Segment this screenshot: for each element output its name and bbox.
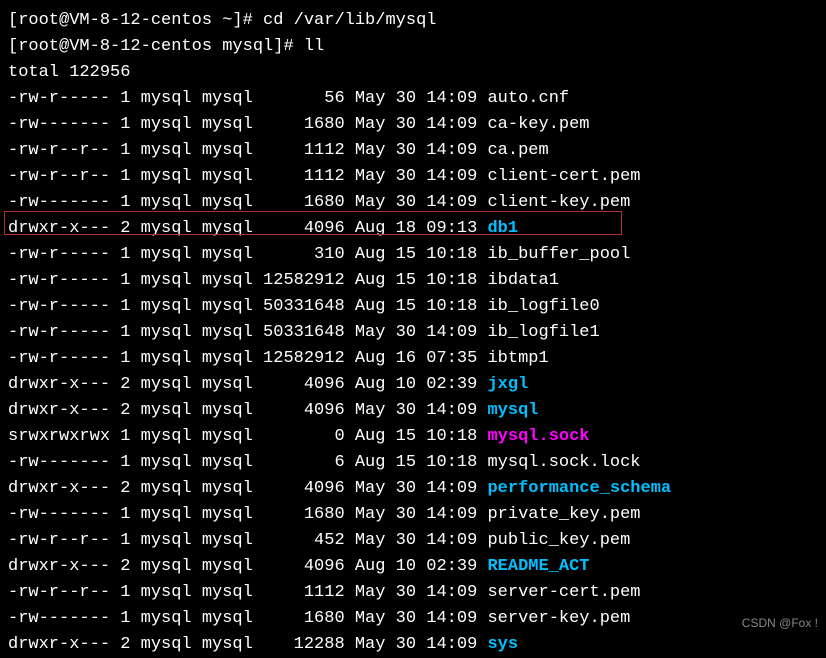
prompt-line-2: [root@VM-8-12-centos mysql]# ll — [8, 34, 818, 60]
file-listing-row: drwxr-x--- 2 mysql mysql 4096 Aug 10 02:… — [8, 554, 818, 580]
file-name: ibtmp1 — [487, 349, 548, 368]
file-listing-row: -rw------- 1 mysql mysql 1680 May 30 14:… — [8, 606, 818, 632]
file-attrs: drwxr-x--- 2 mysql mysql 4096 Aug 10 02:… — [8, 375, 487, 394]
file-attrs: drwxr-x--- 2 mysql mysql 4096 May 30 14:… — [8, 479, 487, 498]
file-listing-row: -rw-r----- 1 mysql mysql 56 May 30 14:09… — [8, 86, 818, 112]
file-attrs: -rw-r--r-- 1 mysql mysql 1112 May 30 14:… — [8, 167, 487, 186]
file-name: client-key.pem — [487, 193, 630, 212]
file-listing-row: -rw-r----- 1 mysql mysql 50331648 May 30… — [8, 320, 818, 346]
file-attrs: -rw-r----- 1 mysql mysql 56 May 30 14:09 — [8, 89, 487, 108]
file-attrs: -rw-r--r-- 1 mysql mysql 452 May 30 14:0… — [8, 531, 487, 550]
file-attrs: drwxr-x--- 2 mysql mysql 4096 Aug 10 02:… — [8, 557, 487, 576]
file-attrs: -rw-r--r-- 1 mysql mysql 1112 May 30 14:… — [8, 141, 487, 160]
file-listing-row: drwxr-x--- 2 mysql mysql 12288 May 30 14… — [8, 632, 818, 658]
terminal-output[interactable]: [root@VM-8-12-centos ~]# cd /var/lib/mys… — [8, 8, 818, 658]
file-attrs: srwxrwxrwx 1 mysql mysql 0 Aug 15 10:18 — [8, 427, 487, 446]
file-listing-row: drwxr-x--- 2 mysql mysql 4096 May 30 14:… — [8, 398, 818, 424]
file-listing-row: -rw-r--r-- 1 mysql mysql 1112 May 30 14:… — [8, 138, 818, 164]
file-attrs: drwxr-x--- 2 mysql mysql 4096 May 30 14:… — [8, 401, 487, 420]
watermark: CSDN @Fox ! — [742, 610, 818, 636]
file-name: README_ACT — [487, 557, 589, 576]
file-listing-row: drwxr-x--- 2 mysql mysql 4096 May 30 14:… — [8, 476, 818, 502]
file-name: ca-key.pem — [487, 115, 589, 134]
file-listing-row: drwxr-x--- 2 mysql mysql 4096 Aug 18 09:… — [8, 216, 818, 242]
file-attrs: -rw-r----- 1 mysql mysql 50331648 May 30… — [8, 323, 487, 342]
file-name: ca.pem — [487, 141, 548, 160]
file-listing-row: -rw------- 1 mysql mysql 6 Aug 15 10:18 … — [8, 450, 818, 476]
file-name: mysql.sock.lock — [487, 453, 640, 472]
file-attrs: drwxr-x--- 2 mysql mysql 12288 May 30 14… — [8, 635, 487, 654]
file-name: ibdata1 — [487, 271, 558, 290]
file-name: server-key.pem — [487, 609, 630, 628]
file-name: performance_schema — [487, 479, 671, 498]
file-listing-row: -rw-r----- 1 mysql mysql 50331648 Aug 15… — [8, 294, 818, 320]
total-line: total 122956 — [8, 60, 818, 86]
file-listing-row: srwxrwxrwx 1 mysql mysql 0 Aug 15 10:18 … — [8, 424, 818, 450]
file-name: ib_logfile0 — [487, 297, 599, 316]
file-name: client-cert.pem — [487, 167, 640, 186]
file-listing-row: -rw------- 1 mysql mysql 1680 May 30 14:… — [8, 112, 818, 138]
file-attrs: -rw------- 1 mysql mysql 1680 May 30 14:… — [8, 609, 487, 628]
file-name: private_key.pem — [487, 505, 640, 524]
file-listing-row: -rw-r----- 1 mysql mysql 12582912 Aug 16… — [8, 346, 818, 372]
file-listing-row: drwxr-x--- 2 mysql mysql 4096 Aug 10 02:… — [8, 372, 818, 398]
file-name: ib_logfile1 — [487, 323, 599, 342]
file-name: mysql — [487, 401, 538, 420]
file-attrs: -rw-r----- 1 mysql mysql 310 Aug 15 10:1… — [8, 245, 487, 264]
file-name: auto.cnf — [487, 89, 569, 108]
file-name: server-cert.pem — [487, 583, 640, 602]
file-name: ib_buffer_pool — [487, 245, 630, 264]
file-attrs: -rw-r----- 1 mysql mysql 12582912 Aug 15… — [8, 271, 487, 290]
file-attrs: -rw------- 1 mysql mysql 6 Aug 15 10:18 — [8, 453, 487, 472]
file-attrs: -rw-r--r-- 1 mysql mysql 1112 May 30 14:… — [8, 583, 487, 602]
file-name: mysql.sock — [487, 427, 589, 446]
file-listing-row: -rw-r--r-- 1 mysql mysql 1112 May 30 14:… — [8, 580, 818, 606]
file-attrs: -rw------- 1 mysql mysql 1680 May 30 14:… — [8, 115, 487, 134]
file-listing-row: -rw------- 1 mysql mysql 1680 May 30 14:… — [8, 190, 818, 216]
file-listing-row: -rw-r----- 1 mysql mysql 310 Aug 15 10:1… — [8, 242, 818, 268]
prompt-line-1: [root@VM-8-12-centos ~]# cd /var/lib/mys… — [8, 8, 818, 34]
file-attrs: drwxr-x--- 2 mysql mysql 4096 Aug 18 09:… — [8, 219, 487, 238]
file-attrs: -rw------- 1 mysql mysql 1680 May 30 14:… — [8, 505, 487, 524]
file-attrs: -rw-r----- 1 mysql mysql 12582912 Aug 16… — [8, 349, 487, 368]
file-listing-row: -rw-r--r-- 1 mysql mysql 452 May 30 14:0… — [8, 528, 818, 554]
file-attrs: -rw------- 1 mysql mysql 1680 May 30 14:… — [8, 193, 487, 212]
file-listing-row: -rw-r--r-- 1 mysql mysql 1112 May 30 14:… — [8, 164, 818, 190]
file-name: jxgl — [487, 375, 528, 394]
file-name: sys — [487, 635, 518, 654]
file-attrs: -rw-r----- 1 mysql mysql 50331648 Aug 15… — [8, 297, 487, 316]
file-name: db1 — [487, 219, 518, 238]
file-listing-row: -rw-r----- 1 mysql mysql 12582912 Aug 15… — [8, 268, 818, 294]
file-name: public_key.pem — [487, 531, 630, 550]
file-listing-row: -rw------- 1 mysql mysql 1680 May 30 14:… — [8, 502, 818, 528]
